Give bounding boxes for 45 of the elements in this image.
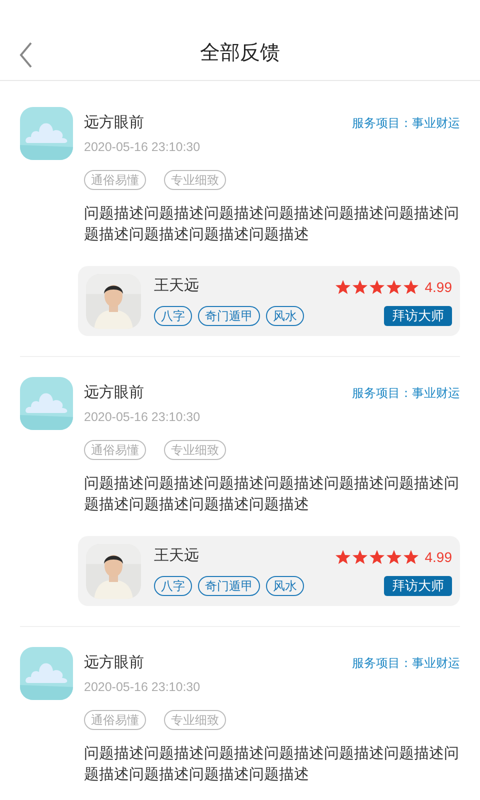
back-icon (19, 42, 33, 68)
star-icon (386, 279, 402, 295)
star-icon (334, 549, 351, 565)
skill-tag: 风水 (266, 306, 304, 326)
feedback-text: 问题描述问题描述问题描述问题描述问题描述问题描述问题描述问题描述问题描述问题描述 (84, 204, 460, 245)
feedback-text: 问题描述问题描述问题描述问题描述问题描述问题描述问题描述问题描述问题描述问题描述 (84, 744, 460, 785)
skill-tag: 奇门遁甲 (198, 306, 260, 326)
skill-tag: 奇门遁甲 (198, 576, 260, 596)
star-icon (334, 279, 351, 295)
service-label: 服务项目：事业财运 (352, 115, 460, 132)
star-icon (368, 549, 385, 565)
star-icon (352, 549, 368, 565)
cloud-avatar-icon (20, 647, 73, 700)
skill-tag: 八字 (154, 576, 192, 596)
cloud-avatar-icon (20, 377, 73, 430)
service-label: 服务项目：事业财运 (352, 655, 460, 672)
timestamp: 2020-05-16 23:10:30 (84, 409, 202, 425)
review-tag: 通俗易懂 (84, 710, 146, 730)
service-label: 服务项目：事业财运 (352, 385, 460, 402)
rating-value: 4.99 (424, 548, 452, 566)
timestamp: 2020-05-16 23:10:30 (84, 139, 202, 155)
master-name: 王天远 (154, 276, 200, 296)
user-name: 远方眼前 (84, 382, 144, 403)
rating-value: 4.99 (424, 278, 452, 296)
review-tag: 通俗易懂 (84, 440, 146, 460)
user-name: 远方眼前 (84, 112, 144, 133)
page-title: 全部反馈 (200, 41, 280, 66)
user-name: 远方眼前 (84, 652, 144, 673)
skill-tag: 八字 (154, 306, 192, 326)
timestamp: 2020-05-16 23:10:30 (84, 679, 202, 695)
visit-master-button[interactable]: 拜访大师 (384, 306, 452, 326)
review-tag: 专业细致 (164, 710, 226, 730)
star-icon (402, 279, 419, 295)
star-icon (386, 549, 402, 565)
review-tag: 通俗易懂 (84, 170, 146, 190)
star-icon (352, 279, 368, 295)
skill-tag: 风水 (266, 576, 304, 596)
master-name: 王天远 (154, 546, 200, 566)
star-icon (368, 279, 385, 295)
review-tag: 专业细致 (164, 440, 226, 460)
review-tag: 专业细致 (164, 170, 226, 190)
cloud-avatar-icon (20, 107, 73, 160)
star-icon (402, 549, 419, 565)
visit-master-button[interactable]: 拜访大师 (384, 576, 452, 596)
feedback-text: 问题描述问题描述问题描述问题描述问题描述问题描述问题描述问题描述问题描述问题描述 (84, 474, 460, 515)
